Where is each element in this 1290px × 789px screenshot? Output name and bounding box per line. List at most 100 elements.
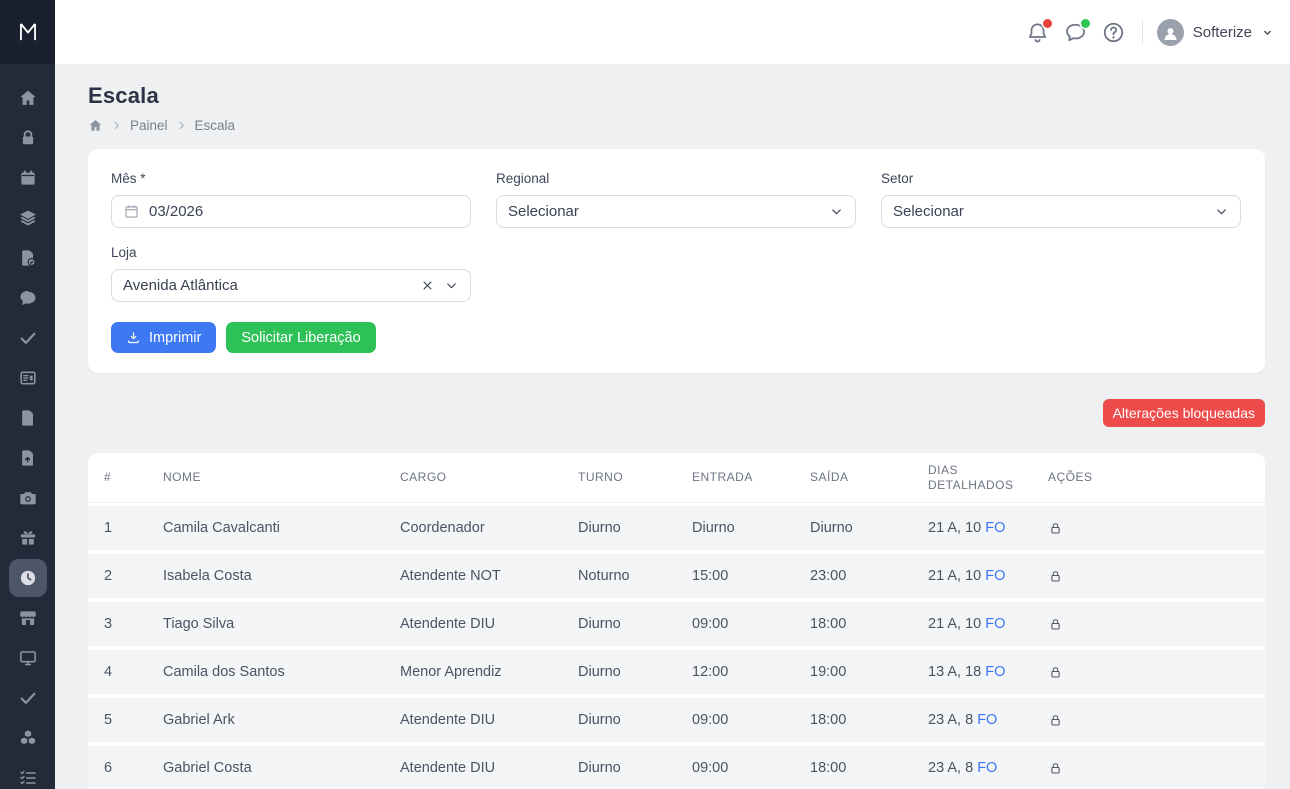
column-header: # <box>104 470 163 485</box>
breadcrumb-item-painel[interactable]: Painel <box>130 118 168 133</box>
sidebar-item-newspaper[interactable] <box>0 358 55 398</box>
row-lock-icon[interactable] <box>1048 616 1063 633</box>
sidebar-item-gift[interactable] <box>0 518 55 558</box>
regional-value: Selecionar <box>508 203 829 220</box>
sidebar-item-checklist[interactable] <box>0 758 55 789</box>
breadcrumb: Painel Escala <box>88 118 1265 133</box>
cell-index: 3 <box>104 616 163 632</box>
camera-icon <box>9 479 47 517</box>
row-lock-icon[interactable] <box>1048 712 1063 729</box>
sidebar-item-chat[interactable] <box>0 278 55 318</box>
breadcrumb-home-icon[interactable] <box>88 118 103 133</box>
cell-cargo: Atendente DIU <box>400 712 578 728</box>
cell-index: 5 <box>104 712 163 728</box>
fo-link[interactable]: FO <box>977 712 997 728</box>
main-content: Escala Painel Escala Mês * 03/2026 <box>55 64 1290 789</box>
fo-link[interactable]: FO <box>985 520 1005 536</box>
cell-cargo: Atendente DIU <box>400 616 578 632</box>
check-icon <box>9 319 47 357</box>
checklist-icon <box>9 759 47 789</box>
dias-text: 23 A, 8 <box>928 760 977 776</box>
sidebar-item-cubes[interactable] <box>0 718 55 758</box>
row-lock-icon[interactable] <box>1048 568 1063 585</box>
sidebar-item-storefront[interactable] <box>0 598 55 638</box>
sidebar-item-calendar[interactable] <box>0 158 55 198</box>
fo-link[interactable]: FO <box>985 664 1005 680</box>
lock-icon <box>9 119 47 157</box>
notifications-bell-icon[interactable] <box>1025 20 1050 45</box>
cell-acoes <box>1048 664 1265 681</box>
row-lock-icon[interactable] <box>1048 664 1063 681</box>
sidebar-item-check[interactable] <box>0 318 55 358</box>
sidebar-item-file[interactable] <box>0 398 55 438</box>
cell-dias-detalhados: 23 A, 8 FO <box>928 760 1048 776</box>
cell-cargo: Coordenador <box>400 520 578 536</box>
cell-turno: Diurno <box>578 664 692 680</box>
solicitar-liberacao-button[interactable]: Solicitar Liberação <box>226 322 375 353</box>
status-dot <box>1081 19 1090 28</box>
sidebar <box>0 0 55 789</box>
cell-saida: 19:00 <box>810 664 928 680</box>
cell-cargo: Menor Aprendiz <box>400 664 578 680</box>
cell-saida: 18:00 <box>810 760 928 776</box>
cell-cargo: Atendente DIU <box>400 760 578 776</box>
account-menu[interactable]: Softerize <box>1157 19 1274 46</box>
setor-select[interactable]: Selecionar <box>881 195 1241 228</box>
row-lock-icon[interactable] <box>1048 520 1063 537</box>
cell-index: 1 <box>104 520 163 536</box>
column-header: AÇÕES <box>1048 470 1265 485</box>
imprimir-button[interactable]: Imprimir <box>111 322 216 353</box>
cell-turno: Noturno <box>578 568 692 584</box>
fo-link[interactable]: FO <box>977 760 997 776</box>
sidebar-item-layers[interactable] <box>0 198 55 238</box>
person-icon <box>1160 23 1181 44</box>
fo-link[interactable]: FO <box>985 568 1005 584</box>
clock-icon <box>9 559 47 597</box>
chevron-down-icon <box>1214 204 1229 219</box>
table-body: 1Camila CavalcantiCoordenadorDiurnoDiurn… <box>88 506 1265 789</box>
app-logo[interactable] <box>0 0 55 64</box>
cell-nome: Camila dos Santos <box>163 664 400 680</box>
setor-label: Setor <box>881 171 1241 186</box>
dias-text: 21 A, 10 <box>928 568 985 584</box>
solicitar-label: Solicitar Liberação <box>241 330 360 346</box>
cell-dias-detalhados: 21 A, 10 FO <box>928 568 1048 584</box>
clear-icon[interactable] <box>420 278 435 293</box>
sidebar-item-home[interactable] <box>0 78 55 118</box>
sidebar-item-monitor[interactable] <box>0 638 55 678</box>
avatar <box>1157 19 1184 46</box>
cubes-icon <box>9 719 47 757</box>
topbar-icons <box>1025 20 1126 45</box>
cell-nome: Gabriel Ark <box>163 712 400 728</box>
cell-entrada: Diurno <box>692 520 810 536</box>
cell-entrada: 15:00 <box>692 568 810 584</box>
loja-select[interactable]: Avenida Atlântica <box>111 269 471 302</box>
help-icon[interactable] <box>1101 20 1126 45</box>
cell-entrada: 09:00 <box>692 760 810 776</box>
breadcrumb-item-escala: Escala <box>195 118 236 133</box>
chat-icon <box>9 279 47 317</box>
month-input[interactable]: 03/2026 <box>111 195 471 228</box>
messages-chat-icon[interactable] <box>1063 20 1088 45</box>
file-check-icon <box>9 239 47 277</box>
cell-acoes <box>1048 568 1265 585</box>
table-row: 2Isabela CostaAtendente NOTNoturno15:002… <box>88 554 1265 598</box>
sidebar-item-check[interactable] <box>0 678 55 718</box>
sidebar-item-camera[interactable] <box>0 478 55 518</box>
layers-icon <box>9 199 47 237</box>
sidebar-item-file-upload[interactable] <box>0 438 55 478</box>
chevron-down-icon <box>1261 26 1274 39</box>
cell-turno: Diurno <box>578 760 692 776</box>
regional-select[interactable]: Selecionar <box>496 195 856 228</box>
column-header: CARGO <box>400 470 578 485</box>
file-upload-icon <box>9 439 47 477</box>
topbar-divider <box>1142 19 1143 45</box>
fo-link[interactable]: FO <box>985 616 1005 632</box>
sidebar-item-clock[interactable] <box>0 558 55 598</box>
cell-entrada: 09:00 <box>692 712 810 728</box>
mes-label: Mês * <box>111 171 471 186</box>
sidebar-item-lock[interactable] <box>0 118 55 158</box>
cell-turno: Diurno <box>578 712 692 728</box>
row-lock-icon[interactable] <box>1048 760 1063 777</box>
sidebar-item-file-check[interactable] <box>0 238 55 278</box>
